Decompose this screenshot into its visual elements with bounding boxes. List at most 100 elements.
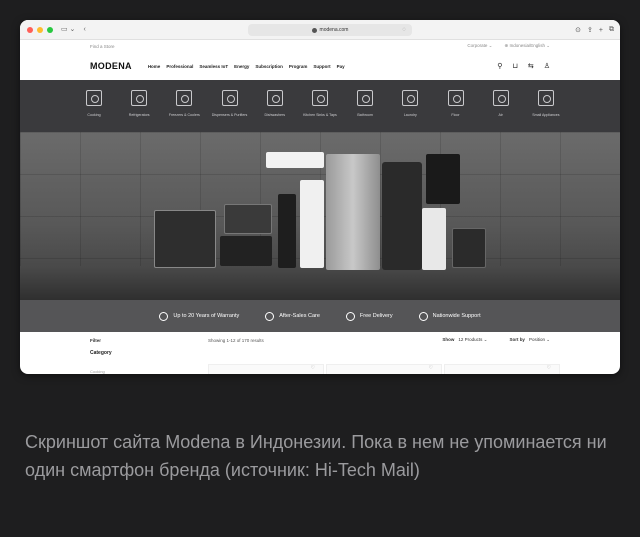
address-bar[interactable]: modena.com ◌ — [248, 24, 412, 36]
benefit-item: Up to 20 Years of Warranty — [159, 311, 240, 321]
category-label: Freezers & Coolers — [168, 113, 200, 117]
category-label: Small Appliances — [532, 113, 560, 117]
category-small-appliances[interactable]: Small Appliances — [524, 90, 568, 132]
cart-icon[interactable]: ⊔ — [512, 62, 517, 70]
nav-link-program[interactable]: Program — [289, 64, 308, 69]
range-cooker-image — [154, 210, 216, 268]
category-icon — [266, 90, 283, 106]
nav-link-support[interactable]: Support — [313, 64, 330, 69]
browser-window: ▭ ⌄ ‹ modena.com ◌ ⊙ ⇪ + ⧉ Find a Store … — [20, 20, 620, 374]
benefit-icon — [345, 311, 355, 321]
share-icon[interactable]: ⇪ — [587, 26, 593, 34]
nav-link-subscription[interactable]: Subscription — [255, 64, 283, 69]
product-card[interactable]: ♡ — [208, 364, 324, 374]
benefit-item: After-Sales Care — [265, 311, 320, 321]
category-laundry[interactable]: Laundry — [388, 90, 432, 132]
tabs-overview-icon[interactable]: ⧉ — [609, 26, 614, 34]
category-label: Cooking — [87, 113, 101, 117]
site-favicon-icon — [311, 27, 317, 33]
category-label: Kitchen Sinks & Taps — [303, 113, 337, 117]
category-label: Refrigerators — [128, 113, 150, 117]
filter-heading: Filter — [90, 337, 102, 343]
product-card[interactable]: ♡ — [444, 364, 560, 374]
main-navigation: MODENA Home Professional Seamless IoT Energ… — [20, 52, 620, 80]
category-refrigerators[interactable]: Refrigerators — [117, 90, 161, 132]
modena-logo[interactable]: MODENA — [90, 61, 132, 71]
language-selector[interactable]: ⊕ Indonesia/English ⌄ — [504, 43, 550, 49]
category-cooking[interactable]: Cooking — [72, 90, 116, 132]
benefit-label: Up to 20 Years of Warranty — [173, 313, 240, 319]
url-text: modena.com — [319, 27, 349, 33]
category-label: Air — [498, 113, 503, 117]
category-icon — [447, 90, 464, 106]
washer-dryer-image — [382, 162, 422, 270]
download-icon[interactable]: ⊙ — [575, 26, 581, 34]
category-icon — [537, 90, 554, 106]
back-arrow-icon[interactable]: ‹ — [83, 20, 85, 40]
benefit-label: After-Sales Care — [279, 313, 320, 319]
wishlist-heart-icon[interactable]: ♡ — [311, 365, 315, 371]
refrigerator-image — [326, 154, 380, 270]
water-dispenser-image — [300, 180, 324, 268]
air-conditioner-image — [266, 152, 324, 168]
category-label: Dishwashers — [264, 113, 286, 117]
close-button[interactable] — [27, 26, 33, 33]
category-icon — [357, 90, 374, 106]
microwave-oven-image — [452, 228, 486, 268]
minimize-button[interactable] — [37, 26, 43, 33]
listing-toolbar: Filter Showing 1-12 of 170 results Show 1… — [20, 332, 620, 348]
search-icon[interactable]: ⚲ — [497, 62, 502, 70]
new-tab-icon[interactable]: + — [599, 27, 603, 34]
tall-dispenser-image — [278, 194, 296, 268]
maximize-button[interactable] — [47, 26, 53, 33]
nav-link-pay[interactable]: Pay — [337, 64, 345, 69]
benefit-icon — [265, 311, 275, 321]
category-icon — [402, 90, 419, 106]
category-air[interactable]: Air — [479, 90, 523, 132]
category-filter-heading: Category — [90, 350, 112, 356]
category-icon — [86, 90, 102, 106]
air-purifier-image — [422, 208, 446, 270]
compare-icon[interactable]: ⇆ — [528, 62, 534, 70]
sort-by-select[interactable]: Sort by Position ⌄ — [509, 337, 550, 343]
category-icon — [131, 90, 148, 106]
nav-link-energy[interactable]: Energy — [234, 64, 249, 69]
find-store-link[interactable]: Find a Store — [90, 44, 115, 49]
hero-banner — [20, 132, 620, 300]
nav-link-seamless-iot[interactable]: Seamless IoT — [199, 64, 228, 69]
category-freezers-coolers[interactable]: Freezers & Coolers — [162, 90, 206, 132]
category-kitchen-sinks-taps[interactable]: Kitchen Sinks & Taps — [298, 90, 342, 132]
category-icon — [492, 90, 509, 106]
nav-link-professional[interactable]: Professional — [166, 64, 193, 69]
benefit-icon — [418, 311, 428, 321]
utility-bar: Find a Store Corporate ⌄ ⊕ Indonesia/Eng… — [20, 40, 620, 52]
category-icon — [176, 90, 193, 106]
show-per-page-select[interactable]: Show 12 Products ⌄ — [442, 337, 487, 343]
category-dishwashers[interactable]: Dishwashers — [253, 90, 297, 132]
wishlist-heart-icon[interactable]: ♡ — [547, 365, 551, 371]
filter-option-cooking[interactable]: Cooking — [90, 369, 105, 374]
category-label: Dispensers & Purifiers — [211, 113, 248, 117]
category-bathroom[interactable]: Bathroom — [343, 90, 387, 132]
benefit-label: Free Delivery — [359, 313, 393, 319]
category-dispensers-purifiers[interactable]: Dispensers & Purifiers — [208, 90, 252, 132]
sidebar-toggle-icon[interactable]: ▭ ⌄ — [61, 20, 75, 40]
category-bar: Cooking Refrigerators Freezers & Coolers Di… — [20, 80, 620, 132]
account-icon[interactable]: ♙ — [544, 62, 550, 70]
product-grid: Cooking ♡ ♡ ♡ — [20, 362, 620, 374]
image-caption: Скриншот сайта Modena в Индонезии. Пока … — [25, 432, 607, 480]
category-label: Laundry — [403, 113, 417, 117]
wishlist-heart-icon[interactable]: ♡ — [429, 365, 433, 371]
corporate-dropdown[interactable]: Corporate ⌄ — [467, 43, 492, 49]
nav-links: Home Professional Seamless IoT Energy Subscr… — [148, 64, 345, 69]
nav-link-home[interactable]: Home — [148, 64, 161, 69]
benefits-bar: Up to 20 Years of Warranty After-Sales Ca… — [20, 300, 620, 332]
category-floor[interactable]: Floor — [434, 90, 478, 132]
product-card[interactable]: ♡ — [326, 364, 442, 374]
category-label: Bathroom — [357, 113, 373, 117]
wine-cooler-image — [426, 154, 460, 204]
privacy-shield-icon[interactable]: ◌ — [402, 27, 406, 33]
benefit-label: Nationwide Support — [432, 313, 481, 319]
gas-hob-image — [220, 236, 272, 266]
category-icon — [221, 90, 238, 106]
